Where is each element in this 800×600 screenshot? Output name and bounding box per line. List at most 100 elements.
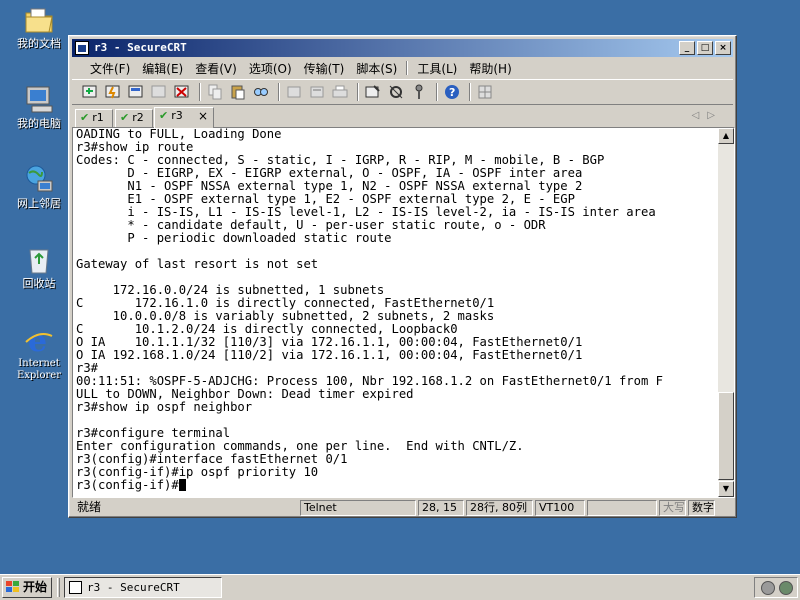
menu-options[interactable]: 选项(O) (243, 60, 298, 77)
global-options-icon[interactable] (386, 82, 406, 102)
desktop-icon-label: 我的文档 (17, 37, 61, 50)
tab-close-icon[interactable]: × (198, 108, 208, 124)
status-ready: 就绪 (77, 500, 102, 514)
desktop-icon-label: 回收站 (22, 277, 56, 290)
terminal-cursor (178, 479, 186, 491)
quick-connect-icon[interactable] (103, 82, 123, 102)
recycle-bin-icon (23, 244, 55, 276)
connected-check-icon: ✔ (80, 111, 90, 124)
tab-r1[interactable]: ✔ r1 (75, 109, 113, 127)
status-cursor-position: 28, 15 (418, 500, 464, 516)
status-protocol: Telnet (300, 500, 416, 516)
menu-tools[interactable]: 工具(L) (411, 60, 463, 77)
terminal-output[interactable]: OADING to FULL, Loading Done r3#show ip r… (76, 128, 718, 497)
tab-r3[interactable]: ✔ r3 × (154, 107, 214, 128)
desktop-icon-label: 我的电脑 (17, 117, 61, 130)
tab-label: r1 (92, 111, 104, 124)
maximize-button[interactable]: □ (697, 41, 713, 55)
taskbar-item-label: r3 - SecureCRT (87, 581, 180, 594)
menu-view[interactable]: 查看(V) (189, 60, 243, 77)
status-bar: 就绪 Telnet 28, 15 28行, 80列 VT100 大写 数字 (72, 499, 733, 517)
tab-scroll-arrows: ◁▷ (692, 110, 723, 121)
menu-bar: 文件(F) 编辑(E) 查看(V) 选项(O) 传输(T) 脚本(S) 工具(L… (72, 58, 733, 78)
vertical-scrollbar[interactable]: ▲ ▼ (718, 128, 734, 497)
toolbar-separator (278, 83, 280, 101)
terminal-line: P - periodic downloaded static route (76, 231, 392, 245)
taskbar: 开始 r3 - SecureCRT (0, 574, 800, 600)
tab-label: r2 (132, 111, 144, 124)
tab-label: r3 (171, 109, 183, 122)
connect-tab-icon[interactable] (126, 82, 146, 102)
my-computer-icon (23, 84, 55, 116)
close-button[interactable]: × (715, 41, 731, 55)
menu-edit[interactable]: 编辑(E) (136, 60, 189, 77)
terminal-pane[interactable]: OADING to FULL, Loading Done r3#show ip r… (72, 127, 735, 498)
status-terminal-size: 28行, 80列 (466, 500, 533, 516)
start-button[interactable]: 开始 (2, 577, 52, 598)
taskbar-item-securecrt[interactable]: r3 - SecureCRT (64, 577, 222, 598)
svg-text:e: e (28, 324, 47, 356)
tab-r2[interactable]: ✔ r2 (115, 109, 153, 127)
copy-icon[interactable] (205, 82, 225, 102)
connect-icon[interactable] (80, 82, 100, 102)
securecrt-window: r3 - SecureCRT _ □ × 文件(F) 编辑(E) 查看(V) 选… (68, 35, 737, 518)
printer-icon[interactable] (330, 82, 350, 102)
print-selection-icon[interactable] (307, 82, 327, 102)
reconnect-icon[interactable] (149, 82, 169, 102)
tab-scroll-right-icon[interactable]: ▷ (707, 110, 723, 121)
my-documents-icon (23, 4, 55, 36)
find-icon[interactable] (251, 82, 271, 102)
internet-explorer-icon: e (23, 324, 55, 359)
status-blank (587, 500, 657, 516)
help-icon[interactable]: ? (442, 82, 462, 102)
system-tray (754, 577, 798, 598)
session-options-icon[interactable] (363, 82, 383, 102)
desktop-icon-network-places[interactable]: 网上邻居 (8, 164, 70, 210)
status-num-lock: 数字 (688, 500, 715, 516)
window-title: r3 - SecureCRT (94, 41, 187, 54)
connected-check-icon: ✔ (159, 109, 169, 122)
status-emulation: VT100 (535, 500, 585, 516)
desktop-icon-label: Internet Explorer (16, 358, 62, 381)
terminal-line: r3(config-if)# (76, 479, 718, 492)
toolbar-separator (469, 83, 471, 101)
paste-icon[interactable] (228, 82, 248, 102)
desktop-icon-my-computer[interactable]: 我的电脑 (8, 84, 70, 130)
scroll-up-icon[interactable]: ▲ (718, 128, 734, 144)
scroll-down-icon[interactable]: ▼ (718, 481, 734, 497)
status-caps-lock: 大写 (659, 500, 686, 516)
disconnect-icon[interactable] (172, 82, 192, 102)
title-bar[interactable]: r3 - SecureCRT _ □ × (72, 39, 733, 57)
options-grid-icon[interactable] (475, 82, 495, 102)
securecrt-app-icon[interactable] (75, 41, 89, 55)
taskbar-grip (57, 578, 60, 597)
tab-scroll-left-icon[interactable]: ◁ (692, 110, 708, 121)
start-label: 开始 (23, 580, 48, 594)
svg-text:?: ? (449, 86, 455, 99)
windows-logo-icon (6, 581, 20, 594)
menu-help[interactable]: 帮助(H) (463, 60, 517, 77)
tray-volume-icon[interactable] (761, 581, 775, 595)
window-controls: _ □ × (679, 41, 731, 55)
securecrt-task-icon (69, 581, 82, 594)
desktop-icon-label: 网上邻居 (17, 197, 61, 210)
keymap-icon[interactable] (409, 82, 429, 102)
menu-script[interactable]: 脚本(S) (350, 60, 403, 77)
menu-separator (406, 61, 409, 75)
desktop-icon-recycle-bin[interactable]: 回收站 (8, 244, 70, 290)
network-places-icon (23, 164, 55, 196)
connected-check-icon: ✔ (120, 111, 130, 124)
toolbar-separator (436, 83, 438, 101)
terminal-line: Gateway of last resort is not set (76, 257, 319, 271)
menu-file[interactable]: 文件(F) (84, 60, 136, 77)
desktop-icon-internet-explorer[interactable]: e Internet Explorer (8, 324, 70, 382)
menu-transfer[interactable]: 传输(T) (298, 60, 351, 77)
session-tabs: ✔ r1 ✔ r2 ✔ r3 × ◁▷ (72, 107, 733, 128)
toolbar-separator (199, 83, 201, 101)
desktop-icon-my-documents[interactable]: 我的文档 (8, 4, 70, 50)
terminal-line: r3#show ip ospf neighbor (76, 400, 253, 414)
print-icon[interactable] (284, 82, 304, 102)
minimize-button[interactable]: _ (679, 41, 695, 55)
tray-network-icon[interactable] (779, 581, 793, 595)
scrollbar-thumb[interactable] (718, 392, 734, 480)
